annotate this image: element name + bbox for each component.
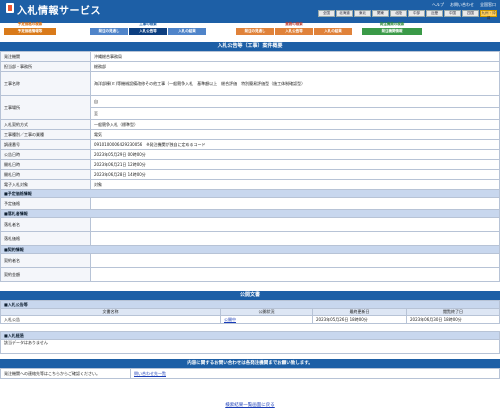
row-label: 契約金額 [0,267,91,282]
tab-construction-outlook[interactable]: 発注の見通し [90,28,128,35]
region-tab[interactable]: 北陸 [390,10,407,17]
column-header: 閲覧終了日 [406,308,500,316]
row-value [90,253,500,268]
row-label: 工事名称 [0,71,91,96]
site-logo-icon [6,3,14,13]
documents-table: ■入札公告等 文書名称 公開状況 最終更新日 閲覧終了日 入札公告 公開中 20… [0,300,500,324]
tab-service-notice[interactable]: 入札公告等 [275,28,313,35]
row-value [90,217,500,232]
row-value: 沖縄総合事務局 [90,51,500,62]
nav-group-price: 予定価格の検索 予定価格情報等 [4,22,56,35]
nav-group-construction: 工事の検索 発注の見通し 入札公告等 入札の結果 [90,22,206,35]
detail-table: 発注機関 沖縄総合事務局 担当部・事務所 総務部 工事名称 海洋部棟(Ｅ)等機械設備改… [0,51,500,282]
region-tab[interactable]: 全国 [318,10,335,17]
region-tab[interactable]: 東北 [354,10,371,17]
table-row: 入札公告 公開中 2023年05月26日 18時00分 2023年06月30日 … [0,315,500,324]
row-label: 契約者名 [0,253,91,268]
nav-caption: 業務の検索 [285,22,303,26]
row-label: 工事場所 [0,95,91,120]
document-status-link[interactable]: 公開中 [224,317,236,322]
row-label: 落札者名 [0,217,91,232]
region-tab[interactable]: 関東 [372,10,389,17]
contact-list-link[interactable]: 問い合わせ先一覧 [134,371,166,376]
row-label: 開札日時 [0,169,91,180]
section-result-heading: ■落札者情報 [0,209,500,218]
row-label: 公告日時 [0,149,91,160]
back-to-results-link[interactable]: 検索結果一覧画面に戻る [225,403,275,408]
row-label: 開札日時 [0,159,91,170]
flow-subheading: ■入札経過 [0,331,500,340]
row-value: 電気 [90,129,500,140]
nav-caption: 工事の検索 [139,22,157,26]
region-tab[interactable]: 北海道 [336,10,353,17]
region-tab[interactable]: 四国 [462,10,479,17]
nav-group-service: 業務の検索 発注の見通し 入札公告等 入札の結果 [236,22,352,35]
code-note: ※発注機関が独自に定めるコード [146,141,206,147]
documents-subheading: ■入札公告等 [0,300,500,309]
tab-service-result[interactable]: 入札の結果 [314,28,352,35]
row-label: 担当部・事務所 [0,61,91,72]
document-name: 入札公告 [0,315,221,324]
row-value: 2023年06月21日 12時00分 [90,159,500,170]
site-header: 入札情報サービス ヘルプ お問い合わせ 全国窓口 全国 北海道 東北 関東 北陸… [0,0,500,23]
procurement-number: 0910100006429230056 [94,141,143,147]
tab-price-info[interactable]: 予定価格情報等 [4,28,56,35]
row-label: 落札価格 [0,231,91,246]
national-window-link[interactable]: 全国窓口 [480,2,496,8]
tab-agency-info[interactable]: 発注機関情報 [362,28,422,35]
place-to: 至 [90,107,500,120]
region-tab[interactable]: 近畿 [426,10,443,17]
row-value [90,231,500,246]
row-value [90,267,500,282]
column-header: 最終更新日 [312,308,407,316]
nav-caption: 予定価格の検索 [17,22,43,26]
place-from: 自 [90,95,500,108]
region-tab[interactable]: 中部 [408,10,425,17]
tab-construction-notice[interactable]: 入札公告等 [129,28,167,35]
footer: 検索結果一覧画面に戻る [0,402,500,408]
contact-text: 発注機関への連絡先等はこちらからご確認ください。 [0,368,131,379]
row-value: 対象 [90,179,500,190]
tab-construction-result[interactable]: 入札の結果 [168,28,206,35]
help-link[interactable]: ヘルプ [432,2,444,8]
row-label: 発注機関 [0,51,91,62]
contact-link[interactable]: お問い合わせ [450,2,474,8]
region-tab[interactable]: 中国 [444,10,461,17]
document-end: 2023年06月30日 18時00分 [406,315,500,324]
column-header: 文書名称 [0,308,221,316]
section-contract-heading: ■契約情報 [0,245,500,254]
top-links: ヘルプ お問い合わせ 全国窓口 [432,2,496,8]
documents-heading: 公開文書 [0,291,500,300]
flow-empty-note: 該当データはありません [0,339,500,354]
row-value: 総務部 [90,61,500,72]
row-label: 調達番号 [0,139,91,150]
nav-group-agency: 発注機関の検索 発注機関情報 [362,22,422,35]
document-updated: 2023年05月26日 18時00分 [312,315,407,324]
contact-table: 発注機関への連絡先等はこちらからご確認ください。 問い合わせ先一覧 [0,368,500,379]
row-value: 2023年05月29日 00時00分 [90,149,500,160]
detail-heading: 入札公告等（工事）案件概要 [0,42,500,51]
row-value [90,197,500,210]
flow-table: ■入札経過 該当データはありません [0,331,500,354]
contact-heading: 内容に関するお問い合わせは各発注機関までお願い致します。 [0,359,500,368]
region-selector: 全国 北海道 東北 関東 北陸 中部 近畿 中国 四国 九州・沖縄 [318,10,497,20]
row-label: 入札契約方式 [0,119,91,130]
row-label: 予定価格 [0,197,91,210]
row-value: 0910100006429230056 ※発注機関が独自に定めるコード [90,139,500,150]
column-header: 公開状況 [220,308,313,316]
nav-caption: 発注機関の検索 [379,22,405,26]
site-title[interactable]: 入札情報サービス [17,2,101,17]
tab-service-outlook[interactable]: 発注の見通し [236,28,274,35]
row-label: 工事種別／工事の業種 [0,129,91,140]
section-price-heading: ■予定価格情報 [0,189,500,198]
row-value: 2023年06月28日 14時00分 [90,169,500,180]
row-label: 電子入札対象 [0,179,91,190]
region-tab-active[interactable]: 九州・沖縄 [480,10,497,20]
row-value: 一般競争入札（標準型） [90,119,500,130]
row-value: 海洋部棟(Ｅ)等機械設備改修その他工事（一般競争入札 基準額以上 総合評価 特別… [90,71,500,96]
